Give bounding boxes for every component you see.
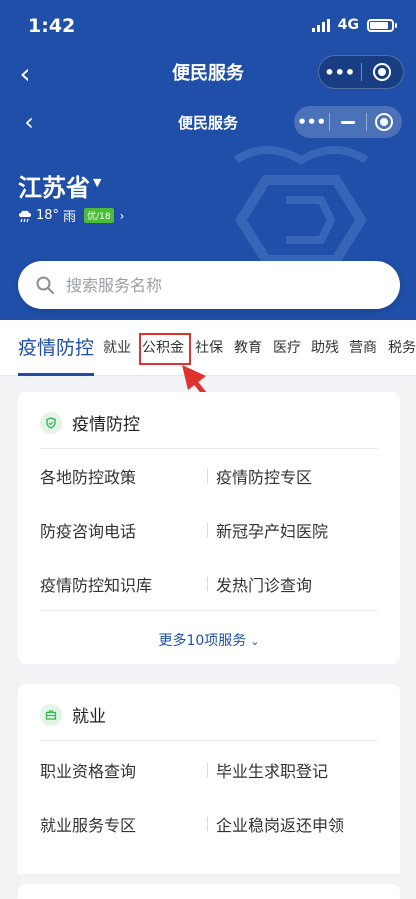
inner-target-icon: [375, 113, 394, 131]
card-title: 就业: [72, 707, 106, 727]
tab-medical[interactable]: 医疗: [273, 320, 301, 376]
more-dots-icon[interactable]: •••: [319, 56, 361, 88]
tab-business[interactable]: 营商: [349, 320, 377, 376]
minus-icon: [340, 120, 355, 124]
network-type: 4G: [337, 17, 359, 33]
close-miniprogram-button[interactable]: [361, 56, 403, 88]
miniprogram-capsule: •••: [318, 55, 404, 89]
briefcase-icon: [40, 703, 62, 726]
tab-tax[interactable]: 税务: [388, 320, 416, 376]
search-input[interactable]: [66, 272, 366, 298]
search-icon: [36, 276, 54, 294]
service-card-next: [18, 884, 400, 899]
active-tab-indicator: [18, 373, 94, 376]
more-services-button[interactable]: 更多10项服务 ⌄: [18, 630, 400, 650]
target-icon: [373, 63, 392, 81]
service-link[interactable]: 各地防控政策: [40, 464, 136, 488]
card-title: 疫情防控: [72, 415, 140, 435]
tab-epidemic[interactable]: 疫情防控: [18, 320, 94, 376]
province-selector[interactable]: 江苏省: [18, 168, 90, 203]
outer-navigation-bar: ‹ 便民服务 •••: [0, 50, 416, 98]
weather-info[interactable]: 18° 雨 优/18 ›: [18, 206, 124, 225]
inner-capsule: •••: [294, 106, 402, 138]
weather-text: 雨: [63, 210, 77, 225]
inner-more-dots-icon[interactable]: •••: [294, 107, 329, 137]
service-link[interactable]: 发热门诊查询: [216, 572, 312, 596]
aqi-badge: 优/18: [84, 208, 114, 223]
inner-navigation-bar: ‹ 便民服务 •••: [0, 100, 416, 144]
service-link[interactable]: 疫情防控专区: [216, 464, 312, 488]
search-bar[interactable]: [18, 261, 400, 309]
status-bar: 1:42 4G: [0, 0, 416, 50]
temperature: 18°: [36, 208, 60, 223]
service-link[interactable]: 企业稳岗返还申领: [216, 812, 344, 836]
tab-disability[interactable]: 助残: [311, 320, 339, 376]
rain-cloud-icon: [19, 210, 31, 222]
inner-close-button[interactable]: [367, 107, 402, 137]
status-time: 1:42: [28, 15, 76, 37]
service-link[interactable]: 疫情防控知识库: [40, 572, 152, 596]
battery-icon: [367, 18, 397, 32]
service-link[interactable]: 新冠孕产妇医院: [216, 518, 328, 542]
caret-down-icon[interactable]: ▼: [93, 176, 101, 189]
chevron-right-icon: ›: [119, 208, 125, 223]
decorative-emblem-icon: [233, 146, 369, 265]
service-link[interactable]: 毕业生求职登记: [216, 758, 328, 782]
service-card-employment: 就业 职业资格查询 毕业生求职登记 就业服务专区 企业稳岗返还申领: [18, 684, 400, 874]
signal-icon: [311, 18, 330, 32]
minimize-button[interactable]: [330, 107, 365, 137]
service-link[interactable]: 防疫咨询电话: [40, 518, 136, 542]
service-link[interactable]: 就业服务专区: [40, 812, 136, 836]
chevron-down-icon: ⌄: [250, 635, 260, 648]
service-card-epidemic: 疫情防控 各地防控政策 疫情防控专区 防疫咨询电话 新冠孕产妇医院 疫情防控知识…: [18, 392, 400, 664]
tab-employment[interactable]: 就业: [103, 320, 131, 376]
service-link[interactable]: 职业资格查询: [40, 758, 136, 782]
shield-icon: [40, 411, 62, 434]
